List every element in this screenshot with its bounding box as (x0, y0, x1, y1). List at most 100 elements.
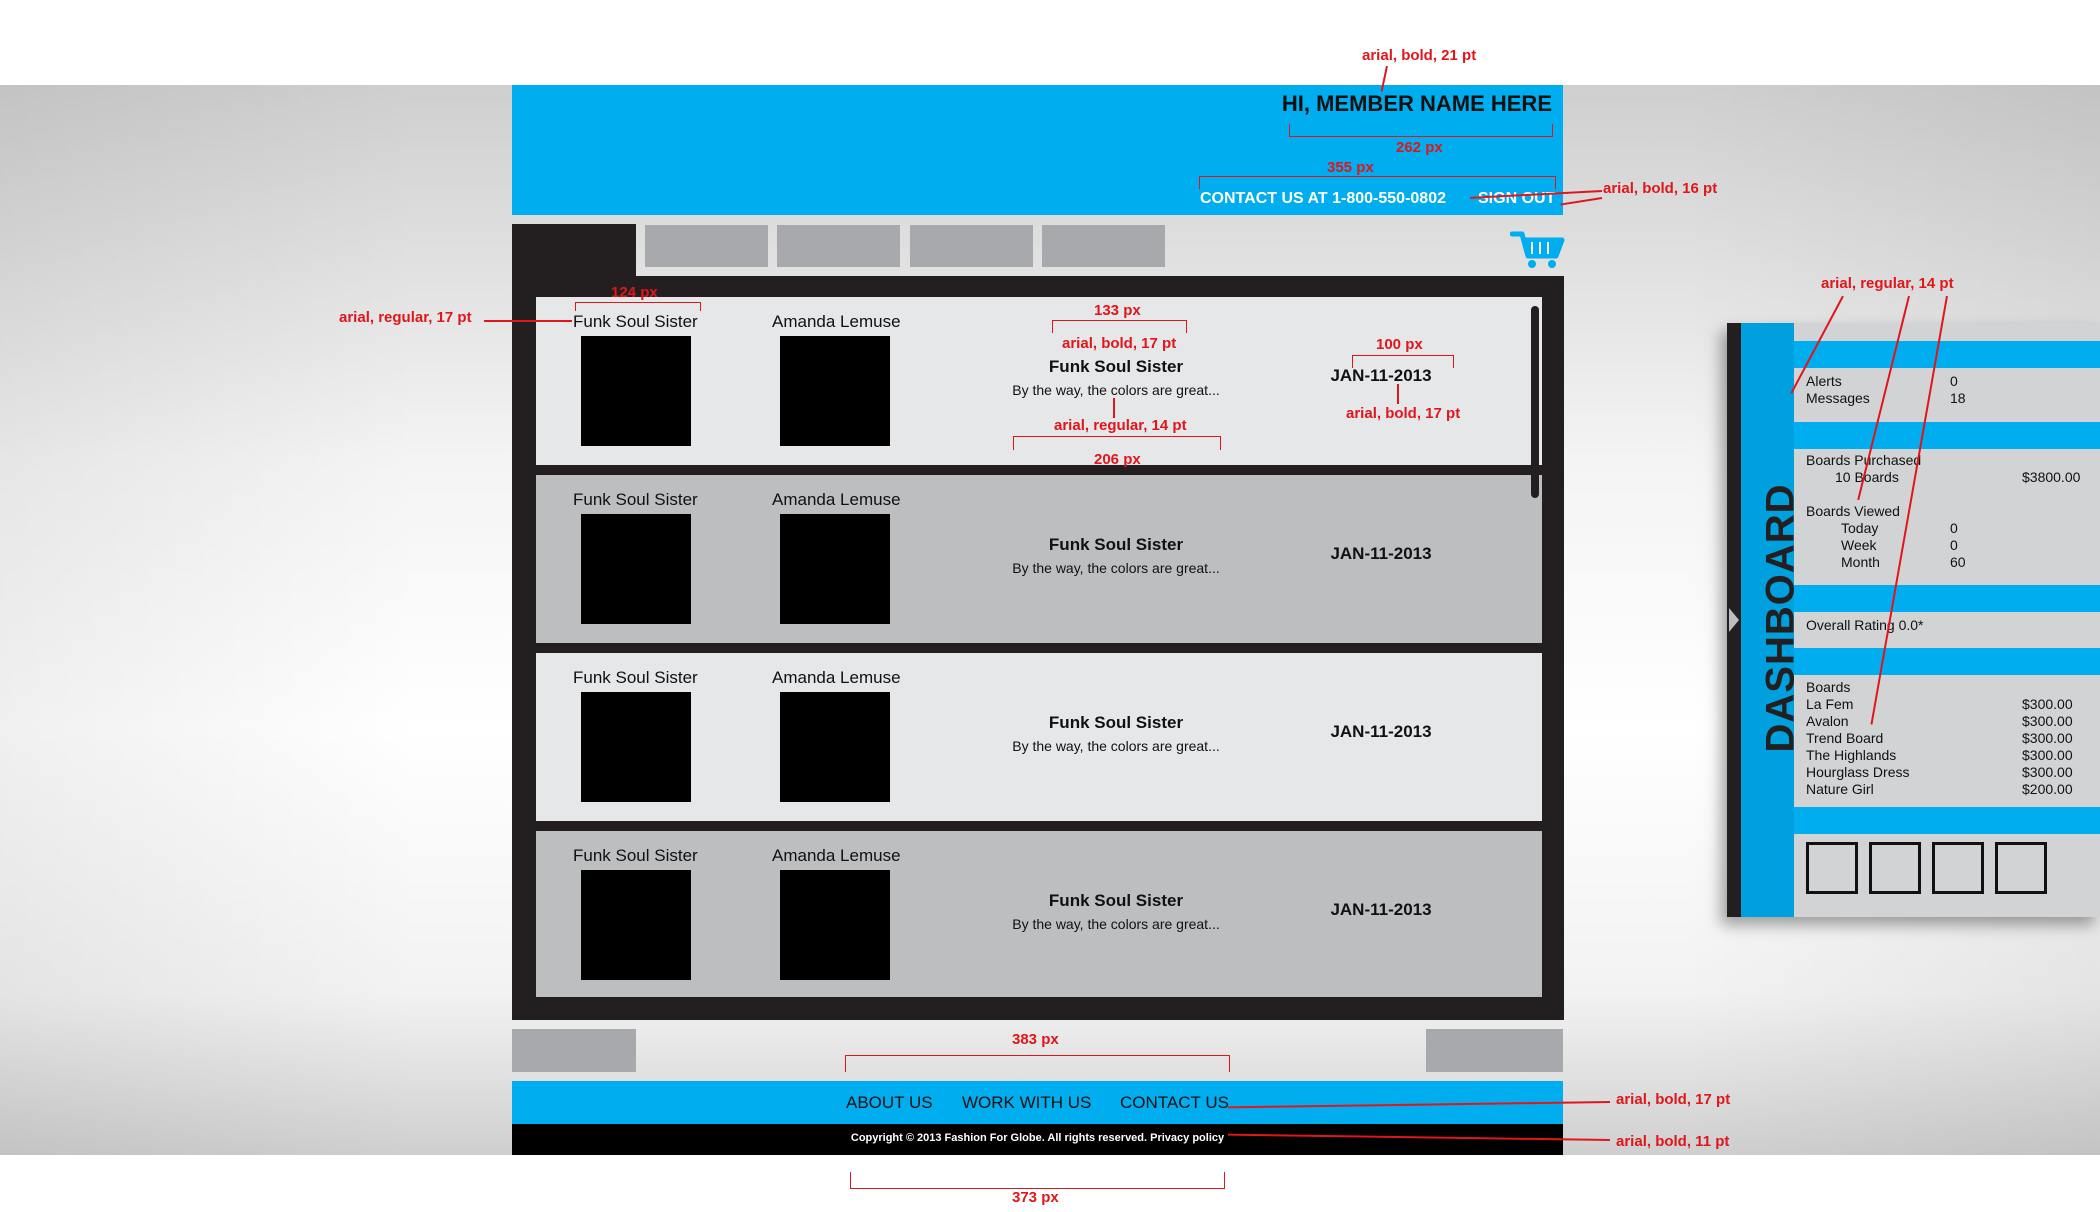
boards-purchased-label: Boards Purchased (1806, 452, 1922, 468)
copyright-bar: Copyright © 2013 Fashion For Globe. All … (512, 1124, 1563, 1155)
recipient-name: Amanda Lemuse (772, 668, 901, 687)
annotation-copyright-font: arial, bold, 11 pt (1616, 1133, 1730, 1150)
dashboard-panel: DASHBOARD Alerts 0 Messages 18 Boards Pu… (1727, 323, 2100, 917)
board-name[interactable]: The Highlands (1806, 747, 1896, 763)
message-snippet: By the way, the colors are great... (1012, 916, 1220, 932)
nav-tab-2[interactable] (777, 225, 900, 267)
board-name[interactable]: La Fem (1806, 696, 1853, 712)
board-price: $300.00 (2022, 730, 2073, 746)
board-thumbnail[interactable] (1995, 842, 2047, 894)
footer-work-link[interactable]: WORK WITH US (962, 1093, 1091, 1113)
annotation-contact-width: 355 px (1327, 159, 1374, 176)
sender-avatar (581, 692, 691, 802)
message-date: JAN-11-2013 (1330, 366, 1432, 385)
annotation-bracket (850, 1172, 1225, 1189)
footer-about-link[interactable]: ABOUT US (846, 1093, 933, 1113)
nav-tab-3[interactable] (910, 225, 1033, 267)
week-value: 0 (1950, 537, 1958, 553)
month-value: 60 (1950, 554, 1966, 570)
recipient-name: Amanda Lemuse (772, 312, 901, 331)
member-greeting: HI, MEMBER NAME HERE (1281, 91, 1552, 116)
dashboard-tab[interactable]: DASHBOARD (1741, 323, 1803, 917)
recipient-name: Amanda Lemuse (772, 846, 901, 865)
board-name[interactable]: Avalon (1806, 713, 1849, 729)
overall-rating: Overall Rating 0.0* (1806, 617, 1924, 633)
annotation-leader (484, 320, 572, 322)
nav-tab-4[interactable] (1042, 225, 1165, 267)
sender-name: Funk Soul Sister (573, 668, 698, 687)
footer-contact-link[interactable]: CONTACT US (1120, 1093, 1229, 1113)
footer-nav: ABOUT US WORK WITH US CONTACT US (512, 1081, 1563, 1124)
list-item[interactable]: Funk Soul Sister Amanda Lemuse Funk Soul… (536, 475, 1542, 643)
board-name[interactable]: Nature Girl (1806, 781, 1874, 797)
today-label: Today (1841, 520, 1879, 536)
contact-phone-link[interactable]: CONTACT US AT 1-800-550-0802 (1200, 190, 1446, 208)
recipient-avatar (780, 692, 890, 802)
sender-avatar (581, 870, 691, 980)
annotation-dashboard-font: arial, regular, 14 pt (1821, 275, 1954, 292)
message-date: JAN-11-2013 (1330, 900, 1432, 919)
annotation-bracket (1013, 436, 1221, 450)
annotation-name-width: 124 px (611, 284, 658, 301)
annotation-bracket (1352, 355, 1454, 368)
section-divider (1794, 648, 2100, 675)
annotation-snippet-font: arial, regular, 14 pt (1054, 417, 1187, 434)
annotation-title-font: arial, bold, 17 pt (1062, 335, 1177, 352)
alerts-value: 0 (1950, 373, 1958, 389)
alerts-label: Alerts (1806, 373, 1842, 389)
board-price: $300.00 (2022, 747, 2073, 763)
board-thumbnail[interactable] (1932, 842, 1984, 894)
section-divider (1794, 585, 2100, 612)
sender-name: Funk Soul Sister (573, 490, 698, 509)
messages-value: 18 (1950, 390, 1966, 406)
board-thumbnail[interactable] (1806, 842, 1858, 894)
section-divider (1794, 341, 2100, 368)
board-price: $300.00 (2022, 713, 2073, 729)
section-divider (1794, 422, 2100, 449)
recipient-name: Amanda Lemuse (772, 490, 901, 509)
list-item[interactable]: Funk Soul Sister Amanda Lemuse Funk Soul… (536, 653, 1542, 821)
week-label: Week (1841, 537, 1877, 553)
annotation-date-width: 100 px (1376, 336, 1423, 353)
board-thumbnail[interactable] (1869, 842, 1921, 894)
annotation-leader (1397, 384, 1399, 404)
boards-purchased-total: $3800.00 (2022, 469, 2081, 485)
annotation-bracket (1199, 176, 1556, 189)
copyright-text: Copyright © 2013 Fashion For Globe. All … (850, 1132, 1225, 1144)
list-item[interactable]: Funk Soul Sister Amanda Lemuse Funk Soul… (536, 831, 1542, 997)
list-scrollbar[interactable] (1531, 306, 1539, 498)
nav-tab-1[interactable] (645, 225, 768, 267)
annotation-footer-width: 383 px (1012, 1031, 1059, 1048)
next-page-button[interactable] (1426, 1029, 1563, 1072)
previous-page-button[interactable] (512, 1029, 636, 1072)
dashboard-label: DASHBOARD (1758, 483, 1803, 753)
board-name[interactable]: Hourglass Dress (1806, 764, 1909, 780)
annotation-bracket (845, 1055, 1230, 1072)
annotation-footer-font: arial, bold, 17 pt (1616, 1091, 1731, 1108)
board-name[interactable]: Trend Board (1806, 730, 1883, 746)
sender-name: Funk Soul Sister (573, 846, 698, 865)
annotation-name-font: arial, regular, 17 pt (339, 309, 472, 326)
annotation-bracket (1289, 124, 1553, 137)
message-list: Funk Soul Sister Amanda Lemuse Funk Soul… (536, 297, 1542, 997)
annotation-snippet-width: 206 px (1094, 451, 1141, 468)
month-label: Month (1841, 554, 1880, 570)
boards-viewed-label: Boards Viewed (1806, 503, 1900, 519)
recipient-avatar (780, 514, 890, 624)
message-snippet: By the way, the colors are great... (1012, 738, 1220, 754)
boards-label: Boards (1806, 679, 1851, 695)
annotation-greeting-width: 262 px (1396, 139, 1443, 156)
message-date: JAN-11-2013 (1330, 722, 1432, 741)
annotation-leader (1113, 398, 1115, 418)
expand-arrow-icon[interactable] (1729, 608, 1739, 632)
shopping-cart-icon[interactable] (1510, 228, 1566, 270)
annotation-date-font: arial, bold, 17 pt (1346, 405, 1461, 422)
message-title: Funk Soul Sister (1048, 357, 1184, 376)
sender-avatar (581, 514, 691, 624)
nav-active-tab[interactable] (512, 224, 636, 284)
board-price: $200.00 (2022, 781, 2073, 797)
annotation-bracket (575, 302, 701, 311)
annotation-title-width: 133 px (1094, 302, 1141, 319)
message-title: Funk Soul Sister (1048, 713, 1184, 732)
message-date: JAN-11-2013 (1330, 544, 1432, 563)
